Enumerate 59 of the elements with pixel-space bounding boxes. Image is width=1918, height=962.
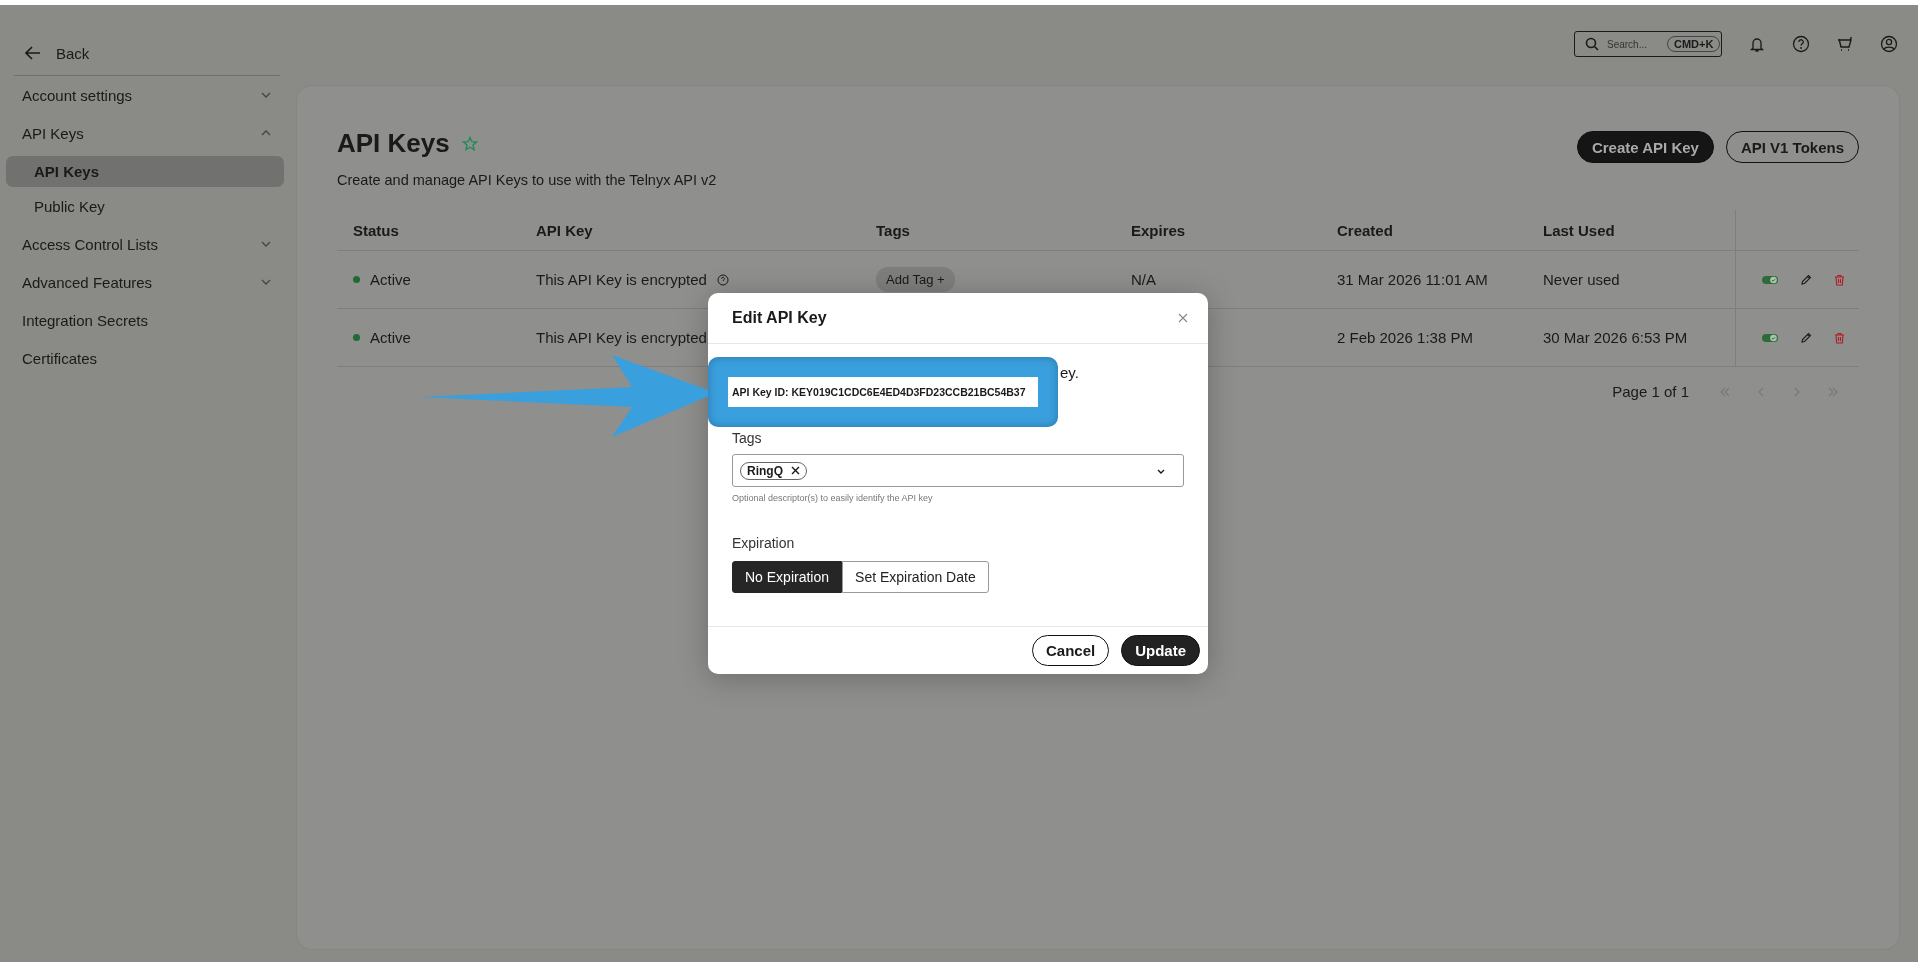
action-button[interactable]: Create API Key bbox=[1576, 131, 1714, 163]
table-cell: 2 Feb 2026 1:38 PM bbox=[1337, 329, 1473, 346]
help-icon bbox=[1792, 35, 1810, 53]
search-icon bbox=[1585, 37, 1599, 51]
sidebar-item[interactable]: Advanced Features bbox=[0, 263, 296, 301]
search-input[interactable]: Search... bbox=[1607, 38, 1659, 50]
column-header: Expires bbox=[1130, 220, 1187, 241]
trash-icon bbox=[1834, 331, 1845, 344]
bell-icon bbox=[1748, 35, 1766, 53]
add-tag-button[interactable]: Add Tag + bbox=[876, 267, 955, 292]
segment-option[interactable]: No Expiration bbox=[732, 561, 843, 593]
bell-button[interactable] bbox=[1748, 35, 1766, 53]
column-header: Tags bbox=[875, 220, 911, 241]
table-cell: N/A bbox=[1131, 271, 1156, 288]
last-page-icon bbox=[1827, 385, 1839, 398]
tags-field[interactable]: RingQ bbox=[732, 454, 1184, 487]
remove-icon bbox=[791, 466, 800, 475]
cart-icon bbox=[1836, 35, 1854, 53]
table-cell: This API Key is encrypted bbox=[536, 271, 707, 288]
field-label: Expiration bbox=[732, 535, 796, 551]
page-subtitle: Create and manage API Keys to use with the Telnyx API v2 bbox=[337, 172, 717, 188]
sidebar-item[interactable]: Access Control Lists bbox=[0, 225, 296, 263]
pencil-icon bbox=[1800, 273, 1812, 286]
arrow-left-icon bbox=[25, 46, 41, 60]
table-cell: 31 Mar 2026 11:01 AM bbox=[1337, 271, 1488, 288]
cart-button[interactable] bbox=[1836, 35, 1854, 53]
close-button[interactable] bbox=[1176, 311, 1190, 325]
column-header: Last Used bbox=[1542, 220, 1616, 241]
first-page-icon bbox=[1719, 385, 1731, 398]
field-hint: Optional descriptor(s) to easily identify the API key bbox=[732, 493, 934, 503]
close-icon bbox=[1178, 313, 1188, 323]
sidebar-item[interactable]: Integration Secrets bbox=[0, 301, 296, 339]
user-button[interactable] bbox=[1880, 35, 1898, 53]
update-button[interactable]: Update bbox=[1121, 635, 1200, 666]
sidebar-item[interactable]: API Keys bbox=[0, 114, 296, 152]
description-text: ey. bbox=[1060, 364, 1079, 381]
annotation-text: API Key ID: KEY019C1CDC6E4ED4D3FD23CCB21BC54B37 bbox=[728, 377, 1038, 407]
page-title: API Keys bbox=[337, 128, 450, 159]
sidebar-item[interactable]: API Keys bbox=[6, 156, 284, 187]
trash-icon bbox=[1834, 273, 1845, 286]
user-icon bbox=[1880, 35, 1898, 53]
column-header: API Key bbox=[535, 220, 594, 241]
pencil-icon bbox=[1800, 331, 1812, 344]
status-text: Active bbox=[370, 329, 411, 346]
column-header: Created bbox=[1336, 220, 1394, 241]
table-cell: Never used bbox=[1543, 271, 1620, 288]
sidebar-item[interactable]: Public Key bbox=[6, 191, 284, 222]
table-cell: 30 Mar 2026 6:53 PM bbox=[1543, 329, 1688, 346]
table-cell: This API Key is encrypted bbox=[536, 329, 707, 346]
back-link[interactable]: Back bbox=[25, 38, 296, 68]
sidebar-item[interactable]: Certificates bbox=[0, 339, 296, 377]
segment-option[interactable]: Set Expiration Date bbox=[842, 561, 989, 593]
field-label: Tags bbox=[732, 430, 763, 446]
page-indicator: Page 1 of 1 bbox=[1612, 383, 1689, 400]
help-button[interactable] bbox=[1792, 35, 1810, 53]
sidebar-item[interactable]: Account settings bbox=[0, 76, 296, 114]
column-header: Status bbox=[352, 220, 400, 241]
modal-title: Edit API Key bbox=[732, 309, 827, 327]
status-text: Active bbox=[370, 271, 411, 288]
